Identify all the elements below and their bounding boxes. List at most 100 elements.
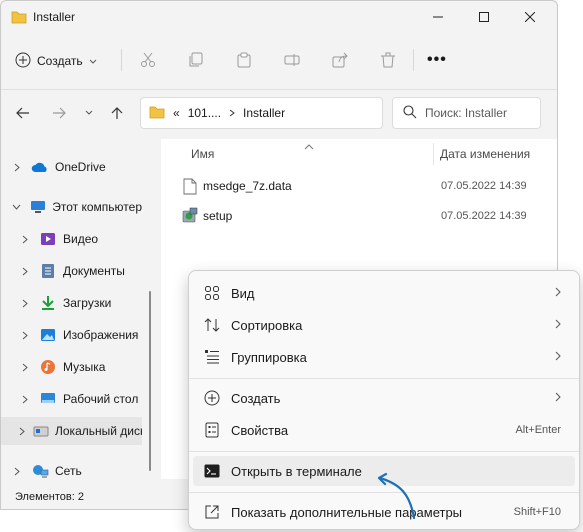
create-button[interactable]: Создать	[15, 47, 97, 75]
share-icon[interactable]	[330, 50, 350, 70]
sidebar-item-network[interactable]: Сеть	[1, 457, 142, 485]
chevron-right-icon[interactable]	[19, 331, 31, 340]
chevron-down-icon[interactable]	[11, 204, 22, 210]
search-box[interactable]: Поиск: Installer	[392, 97, 541, 129]
document-icon	[39, 263, 57, 279]
properties-icon	[203, 421, 221, 439]
column-separator[interactable]	[433, 143, 434, 165]
sort-ascending-icon	[304, 139, 314, 153]
plus-circle-icon	[15, 52, 31, 71]
toolbar-separator	[121, 49, 122, 71]
chevron-right-icon	[229, 106, 235, 120]
cut-icon[interactable]	[138, 50, 158, 70]
create-label: Создать	[37, 54, 83, 68]
chevron-right-icon[interactable]	[19, 427, 25, 436]
search-placeholder: Поиск: Installer	[425, 106, 507, 120]
sidebar-item-videos[interactable]: Видео	[1, 225, 142, 253]
sidebar-item-documents[interactable]: Документы	[1, 257, 142, 285]
sidebar-item-this-pc[interactable]: Этот компьютер	[1, 193, 142, 221]
search-icon	[403, 104, 417, 122]
chevron-right-icon	[555, 318, 561, 332]
menu-item-label: Открыть в терминале	[231, 463, 362, 479]
minimize-button[interactable]	[415, 1, 461, 33]
recent-locations-chevron-icon[interactable]	[79, 101, 99, 125]
setup-installer-icon	[181, 207, 199, 225]
menu-item-label: Свойства	[231, 422, 289, 438]
sort-icon	[203, 316, 221, 334]
menu-item-properties[interactable]: Свойства Alt+Enter	[193, 415, 575, 445]
delete-icon[interactable]	[378, 50, 398, 70]
file-row[interactable]: msedge_7z.data	[181, 174, 292, 198]
more-options-button[interactable]: •••	[427, 51, 447, 69]
chevron-right-icon[interactable]	[19, 395, 31, 404]
menu-item-label: Группировка	[231, 349, 307, 365]
file-name: setup	[203, 209, 233, 223]
sidebar-item-music[interactable]: Музыка	[1, 353, 142, 381]
column-header-name[interactable]: Имя	[191, 147, 214, 161]
menu-item-sort[interactable]: Сортировка	[193, 310, 575, 340]
menu-item-label: Сортировка	[231, 317, 303, 333]
sidebar-item-downloads[interactable]: Загрузки	[1, 289, 142, 317]
breadcrumb-item[interactable]: Installer	[243, 106, 285, 120]
breadcrumb-item[interactable]: 101....	[188, 106, 221, 120]
column-header-date[interactable]: Дата изменения	[440, 147, 530, 161]
sidebar-item-local-disk[interactable]: Локальный диск	[1, 417, 142, 445]
video-icon	[39, 231, 57, 247]
file-date: 07.05.2022 14:39	[441, 210, 527, 222]
group-icon	[203, 348, 221, 366]
chevron-right-icon[interactable]	[19, 267, 31, 276]
drive-icon	[33, 423, 49, 439]
sidebar-item-pictures[interactable]: Изображения	[1, 321, 142, 349]
sidebar-item-label: Рабочий стол	[63, 392, 139, 406]
chevron-down-icon	[89, 54, 97, 68]
sidebar-item-label: Музыка	[63, 360, 106, 374]
sidebar-scrollbar[interactable]	[149, 291, 151, 471]
terminal-icon	[203, 462, 221, 480]
sidebar-item-label: Видео	[63, 232, 99, 246]
menu-item-label: Показать дополнительные параметры	[231, 504, 463, 520]
up-arrow-icon[interactable]	[107, 101, 127, 125]
file-name: msedge_7z.data	[203, 179, 292, 193]
rename-icon[interactable]	[282, 50, 302, 70]
address-bar[interactable]: « 101.... Installer	[140, 97, 383, 129]
sidebar-item-onedrive[interactable]: OneDrive	[1, 153, 142, 181]
menu-item-create[interactable]: Создать	[193, 383, 575, 413]
status-bar-items-count: Элементов: 2	[15, 491, 84, 503]
chevron-right-icon[interactable]	[11, 163, 23, 172]
command-bar: Создать •••	[1, 41, 557, 81]
paste-icon[interactable]	[234, 50, 254, 70]
sidebar-item-label: Загрузки	[63, 296, 112, 310]
toolbar-separator	[413, 49, 414, 71]
music-icon	[39, 359, 57, 375]
close-button[interactable]	[507, 1, 553, 33]
breadcrumb-overflow[interactable]: «	[173, 106, 180, 120]
file-row[interactable]: setup	[181, 204, 232, 228]
menu-item-view[interactable]: Вид	[193, 278, 575, 308]
chevron-right-icon[interactable]	[19, 363, 31, 372]
chevron-right-icon[interactable]	[19, 299, 31, 308]
forward-arrow-icon[interactable]	[49, 101, 69, 125]
sidebar-item-desktop[interactable]: Рабочий стол	[1, 385, 142, 413]
copy-icon[interactable]	[186, 50, 206, 70]
sidebar-item-label: Сеть	[55, 464, 82, 478]
title-bar: Installer	[1, 1, 557, 33]
chevron-right-icon	[555, 350, 561, 364]
chevron-right-icon[interactable]	[19, 235, 31, 244]
desktop-icon	[39, 391, 57, 407]
menu-item-group[interactable]: Группировка	[193, 342, 575, 372]
menu-item-label: Вид	[231, 285, 255, 301]
back-arrow-icon[interactable]	[13, 101, 33, 125]
annotation-arrow-icon	[377, 472, 416, 520]
folder-icon	[149, 105, 165, 122]
maximize-button[interactable]	[461, 1, 507, 33]
download-icon	[39, 295, 57, 311]
cloud-icon	[31, 159, 49, 175]
menu-item-label: Создать	[231, 390, 281, 406]
toolbar-divider	[1, 89, 557, 90]
window-title: Installer	[33, 10, 76, 24]
file-icon	[181, 177, 199, 195]
open-external-icon	[203, 503, 221, 521]
chevron-right-icon	[555, 391, 561, 405]
chevron-right-icon[interactable]	[11, 467, 23, 476]
sidebar-item-label: Локальный диск	[55, 424, 142, 438]
